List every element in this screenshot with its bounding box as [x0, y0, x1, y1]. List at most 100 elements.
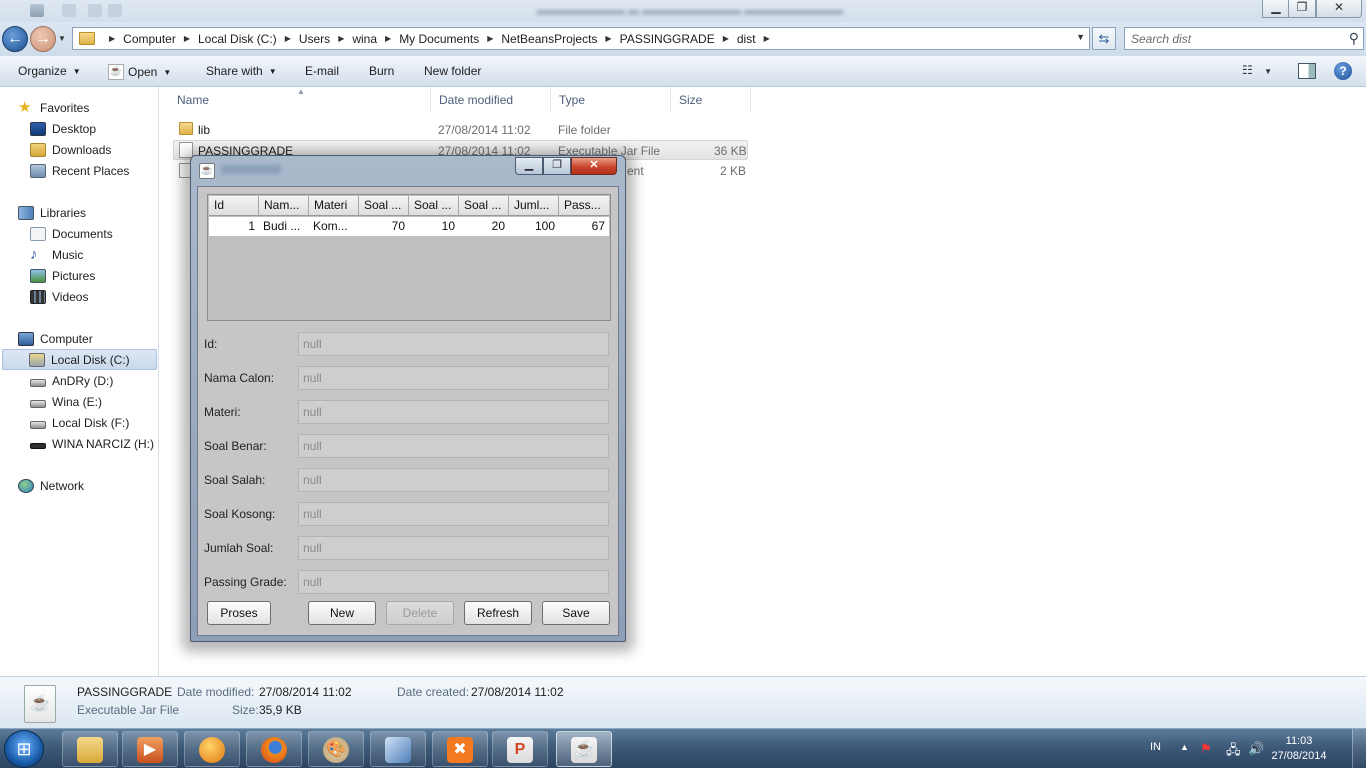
column-header-nama[interactable]: Nam... [259, 196, 309, 215]
taskbar-explorer[interactable] [62, 731, 118, 767]
taskbar-media-player[interactable]: ▶ [122, 731, 178, 767]
taskbar-java-app[interactable]: ☕ [556, 731, 612, 767]
show-hidden-icons-icon[interactable]: ▲ [1180, 742, 1189, 752]
folder-icon [79, 32, 95, 45]
column-header-materi[interactable]: Materi [309, 196, 359, 215]
volume-icon[interactable]: 🔊 [1248, 741, 1264, 757]
sidebar-item-computer[interactable]: Computer [18, 328, 175, 349]
new-button[interactable]: New [308, 601, 376, 625]
forward-button[interactable]: → [30, 26, 56, 52]
preview-pane-icon[interactable] [1298, 63, 1316, 79]
search-box[interactable]: ⚲ [1124, 27, 1364, 50]
sidebar-item-local-disk-c[interactable]: Local Disk (C:) [2, 349, 157, 370]
breadcrumb-users[interactable]: Users [299, 32, 330, 46]
nama-calon-field[interactable] [298, 366, 609, 390]
chevron-right-icon[interactable]: ▶ [605, 34, 611, 43]
chevron-right-icon[interactable]: ▶ [385, 34, 391, 43]
dialog-title-bar[interactable]: ☕ ▁ ❐ ✕ [191, 156, 625, 184]
chevron-right-icon[interactable]: ▶ [487, 34, 493, 43]
column-header-soal-kosong[interactable]: Soal ... [459, 196, 509, 215]
jumlah-soal-field[interactable] [298, 536, 609, 560]
refresh-button[interactable]: Refresh [464, 601, 532, 625]
taskbar-paint[interactable]: 🎨 [308, 731, 364, 767]
taskbar-virtualbox[interactable] [370, 731, 426, 767]
history-dropdown-icon[interactable]: ▼ [58, 34, 66, 43]
column-header-soal-benar[interactable]: Soal ... [359, 196, 409, 215]
network-tray-icon[interactable]: 🖧 [1226, 741, 1241, 763]
data-table[interactable]: Id Nam... Materi Soal ... Soal ... Soal … [207, 194, 611, 321]
view-options-icon[interactable]: ☷ ▼ [1242, 63, 1272, 77]
soal-benar-field[interactable] [298, 434, 609, 458]
column-header-soal-salah[interactable]: Soal ... [409, 196, 459, 215]
clock[interactable]: 11:03 27/08/2014 [1268, 734, 1330, 764]
dialog-maximize-button[interactable]: ❐ [543, 157, 571, 175]
breadcrumb-computer[interactable]: Computer [123, 32, 176, 46]
chevron-right-icon[interactable]: ▶ [723, 34, 729, 43]
column-header-passing[interactable]: Pass... [559, 196, 609, 215]
refresh-icon[interactable]: ⇆ [1092, 27, 1116, 50]
search-input[interactable] [1125, 28, 1325, 49]
taskbar-xampp[interactable]: ✖ [432, 731, 488, 767]
back-button[interactable]: ← [2, 26, 28, 52]
email-button[interactable]: E-mail [305, 64, 339, 78]
column-header-id[interactable]: Id [209, 196, 259, 215]
burn-button[interactable]: Burn [369, 64, 394, 78]
sidebar-item-label: WINA NARCIZ (H:) [52, 436, 154, 451]
proses-button[interactable]: Proses [207, 601, 271, 625]
delete-button[interactable]: Delete [386, 601, 454, 625]
breadcrumb-dist[interactable]: dist [737, 32, 756, 46]
column-header-date-modified[interactable]: Date modified [431, 87, 551, 113]
chevron-right-icon[interactable]: ▶ [184, 34, 190, 43]
language-indicator[interactable]: IN [1150, 741, 1161, 753]
action-center-icon[interactable]: ⚑ [1200, 741, 1212, 757]
chevron-right-icon[interactable]: ▶ [338, 34, 344, 43]
chevron-right-icon[interactable]: ▶ [285, 34, 291, 43]
chevron-right-icon[interactable]: ▶ [109, 34, 115, 43]
materi-field[interactable] [298, 400, 609, 424]
quick-access-icon[interactable] [62, 4, 76, 17]
open-button[interactable]: ☕ Open ▼ [108, 64, 171, 80]
help-icon[interactable]: ? [1334, 62, 1352, 80]
breadcrumb-local-disk[interactable]: Local Disk (C:) [198, 32, 277, 46]
share-with-button[interactable]: Share with ▼ [206, 64, 277, 78]
soal-kosong-field[interactable] [298, 502, 609, 526]
maximize-button[interactable]: ❐ [1288, 0, 1316, 18]
breadcrumb-my-documents[interactable]: My Documents [399, 32, 479, 46]
taskbar-app[interactable] [184, 731, 240, 767]
details-type: Executable Jar File [77, 703, 180, 717]
quick-access-icon[interactable] [108, 4, 122, 17]
share-with-label: Share with [206, 64, 263, 78]
address-dropdown-icon[interactable]: ▼ [1076, 32, 1085, 42]
minimize-button[interactable]: ▁ [1262, 0, 1290, 18]
file-row-lib[interactable]: lib 27/08/2014 11:02 File folder [173, 120, 748, 140]
column-header-size[interactable]: Size [671, 87, 751, 113]
soal-salah-field[interactable] [298, 468, 609, 492]
id-field[interactable] [298, 332, 609, 356]
sidebar-item-favorites[interactable]: ★ Favorites [18, 97, 175, 118]
table-row[interactable]: 1 Budi ... Kom... 70 10 20 100 67 [209, 217, 609, 236]
sidebar-item-libraries[interactable]: Libraries [18, 202, 175, 223]
column-header-jumlah[interactable]: Juml... [509, 196, 559, 215]
taskbar-powerpoint[interactable]: P [492, 731, 548, 767]
quick-access-icon[interactable] [88, 4, 102, 17]
taskbar-firefox[interactable] [246, 731, 302, 767]
dialog-close-button[interactable]: ✕ [571, 157, 617, 175]
breadcrumb-passinggrade[interactable]: PASSINGGRADE [620, 32, 715, 46]
passing-grade-field[interactable] [298, 570, 609, 594]
breadcrumb-netbeansprojects[interactable]: NetBeansProjects [501, 32, 597, 46]
close-button[interactable]: ✕ [1316, 0, 1362, 18]
breadcrumb-wina[interactable]: wina [352, 32, 377, 46]
powerpoint-icon: P [507, 737, 533, 763]
organize-button[interactable]: Organize ▼ [18, 64, 81, 78]
save-button[interactable]: Save [542, 601, 610, 625]
new-folder-button[interactable]: New folder [424, 64, 481, 78]
address-bar[interactable]: ▶ Computer ▶ Local Disk (C:) ▶ Users ▶ w… [72, 27, 1090, 50]
sidebar-item-network[interactable]: Network [18, 475, 175, 496]
file-date: 27/08/2014 11:02 [438, 123, 531, 137]
chevron-right-icon[interactable]: ▶ [764, 34, 770, 43]
search-icon[interactable]: ⚲ [1349, 30, 1359, 47]
start-button[interactable]: ⊞ [4, 730, 44, 768]
column-header-type[interactable]: Type [551, 87, 671, 113]
dialog-minimize-button[interactable]: ▁ [515, 157, 543, 175]
show-desktop-button[interactable] [1352, 729, 1366, 768]
